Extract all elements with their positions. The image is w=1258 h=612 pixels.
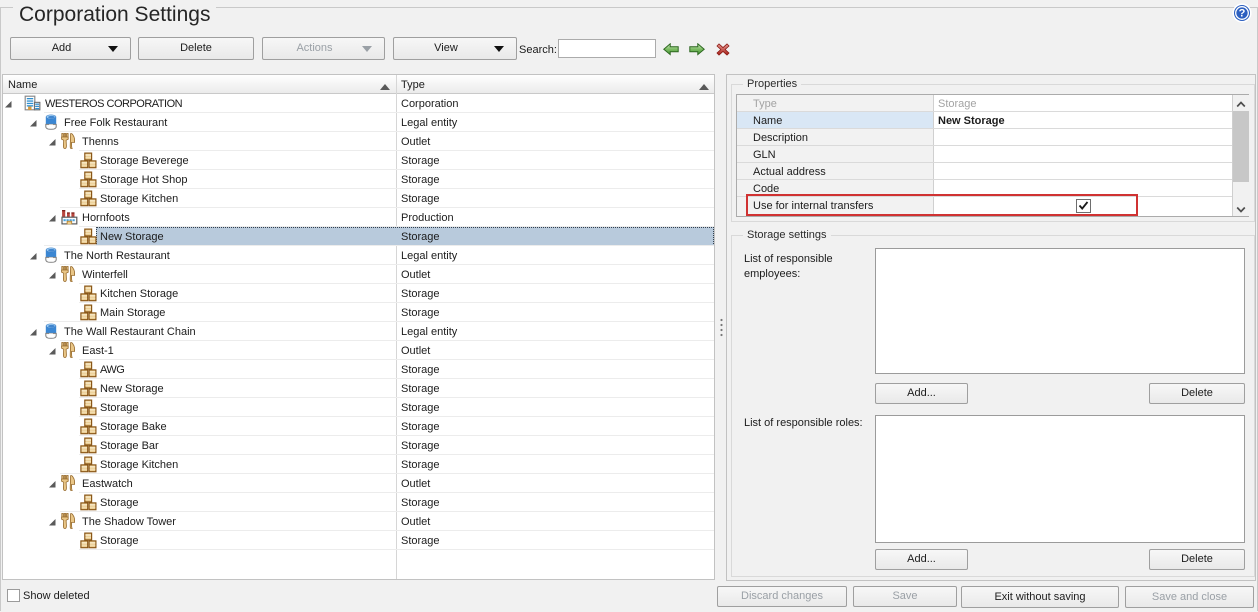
svg-text:?: ? (1239, 8, 1246, 20)
